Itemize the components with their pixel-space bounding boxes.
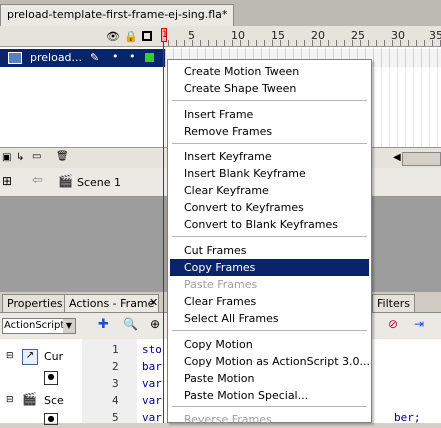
context-menu: Create Motion Tween Create Shape Tween I… xyxy=(167,59,372,426)
menu-item-insert-blank-keyframe[interactable]: Insert Blank Keyframe xyxy=(170,165,369,182)
document-tab[interactable]: preload-template-first-frame-ej-sing.fla… xyxy=(0,4,235,27)
target-icon[interactable]: ⊕ xyxy=(150,317,160,331)
code-line: sto xyxy=(142,343,162,356)
script-version-select[interactable]: ActionScript ▼ xyxy=(2,318,76,334)
code-gutter xyxy=(82,339,137,423)
code-line: bar xyxy=(142,360,162,373)
menu-separator xyxy=(172,330,367,331)
back-arrow-icon[interactable]: ⇦ xyxy=(32,173,43,188)
menu-separator xyxy=(172,100,367,101)
menu-item-insert-frame[interactable]: Insert Frame xyxy=(170,106,369,123)
lock-dot[interactable]: • xyxy=(129,50,136,63)
add-guide-icon[interactable]: ↳ xyxy=(16,152,24,163)
code-line-trailing: ber; xyxy=(394,411,421,424)
eye-icon[interactable]: 👁 xyxy=(106,30,120,43)
menu-item-reverse-frames: Reverse Frames xyxy=(184,413,272,426)
playhead-line xyxy=(163,42,164,423)
scene-label[interactable]: Scene 1 xyxy=(77,176,121,189)
tab-filters[interactable]: Filters xyxy=(372,294,415,312)
find-icon[interactable]: 🔍 xyxy=(123,317,138,331)
line-number: 5 xyxy=(112,411,119,424)
menu-item-copy-motion[interactable]: Copy Motion xyxy=(170,336,369,353)
menu-item-create-shape-tween[interactable]: Create Shape Tween xyxy=(170,80,369,97)
outline-icon[interactable] xyxy=(142,31,152,41)
menu-item-paste-motion[interactable]: Paste Motion xyxy=(170,370,369,387)
tree-item-scene[interactable]: Sce xyxy=(44,394,64,407)
line-number: 4 xyxy=(112,394,119,407)
menu-item-paste-motion-special[interactable]: Paste Motion Special... xyxy=(170,387,369,404)
layer-name: preload... xyxy=(30,51,83,64)
code-line: var xyxy=(142,377,162,390)
script-assist-icon[interactable]: ⇥ xyxy=(414,317,424,331)
menu-item-clear-frames[interactable]: Clear Frames xyxy=(170,293,369,310)
menu-item-copy-motion-as-as3[interactable]: Copy Motion as ActionScript 3.0... xyxy=(170,353,370,370)
scene-icon: 🎬 xyxy=(58,174,73,188)
menu-item-convert-to-blank-keyframes[interactable]: Convert to Blank Keyframes xyxy=(170,216,369,233)
collapse-icon[interactable]: ⊟ xyxy=(6,351,14,361)
line-number: 1 xyxy=(112,343,119,356)
menu-item-copy-frames[interactable]: Copy Frames xyxy=(170,259,369,276)
layer-row[interactable]: preload... ✎ • • xyxy=(0,49,165,67)
menu-item-remove-frames[interactable]: Remove Frames xyxy=(170,123,369,140)
script-version-value: ActionScript xyxy=(4,320,65,331)
menu-separator xyxy=(172,236,367,237)
code-line: var xyxy=(142,394,162,407)
chevron-down-icon[interactable]: ▼ xyxy=(63,319,75,333)
tree-item-current[interactable]: Cur xyxy=(44,350,63,363)
tab-actions-frame[interactable]: Actions - Frame xyxy=(64,294,160,312)
current-selection-icon: ↗ xyxy=(22,349,38,365)
tab-properties[interactable]: Properties xyxy=(2,294,68,312)
menu-item-cut-frames[interactable]: Cut Frames xyxy=(170,242,369,259)
lock-icon[interactable]: 🔒 xyxy=(124,30,138,43)
menu-item-select-all-frames[interactable]: Select All Frames xyxy=(170,310,369,327)
collapse-icon[interactable]: ⊟ xyxy=(6,395,14,405)
add-statement-icon[interactable]: ✚ xyxy=(98,317,109,332)
menu-item-convert-to-keyframes[interactable]: Convert to Keyframes xyxy=(170,199,369,216)
delete-layer-icon[interactable]: 🗑 xyxy=(56,151,69,162)
scroll-left-icon[interactable]: ◀ xyxy=(393,152,401,163)
menu-item-clear-keyframe[interactable]: Clear Keyframe xyxy=(170,182,369,199)
pencil-icon: ✎ xyxy=(90,51,100,64)
visibility-dot[interactable]: • xyxy=(112,50,119,63)
timeline-toggle-icon[interactable]: ⊞ xyxy=(2,174,12,188)
playhead-handle[interactable]: 1 xyxy=(161,28,168,42)
line-number: 3 xyxy=(112,377,119,390)
scene-icon: 🎬 xyxy=(22,392,37,406)
menu-separator xyxy=(172,406,367,407)
horizontal-scrollbar[interactable] xyxy=(402,152,441,166)
layer-icon xyxy=(8,52,22,64)
menu-item-insert-keyframe[interactable]: Insert Keyframe xyxy=(170,148,369,165)
debug-options-icon[interactable]: ⊘ xyxy=(388,317,398,331)
menu-separator xyxy=(172,143,367,144)
timeline-ruler[interactable] xyxy=(168,40,441,46)
outline-color-swatch[interactable] xyxy=(145,53,154,62)
menu-item-paste-frames: Paste Frames xyxy=(184,278,258,291)
code-line: var xyxy=(142,411,162,424)
frame-script-icon[interactable]: ● xyxy=(44,371,58,385)
new-layer-icon[interactable]: ▣ xyxy=(2,152,11,163)
close-icon[interactable]: ✕ xyxy=(149,296,158,309)
script-navigator: ⊟ ↗ Cur ● ⊟ 🎬 Sce ● xyxy=(0,339,83,425)
menu-item-create-motion-tween[interactable]: Create Motion Tween xyxy=(170,63,369,80)
document-tab-bar: preload-template-first-frame-ej-sing.fla… xyxy=(0,0,441,27)
new-folder-icon[interactable]: ▭ xyxy=(32,151,41,162)
frame-script-icon[interactable]: ● xyxy=(44,413,58,425)
line-number: 2 xyxy=(112,360,119,373)
